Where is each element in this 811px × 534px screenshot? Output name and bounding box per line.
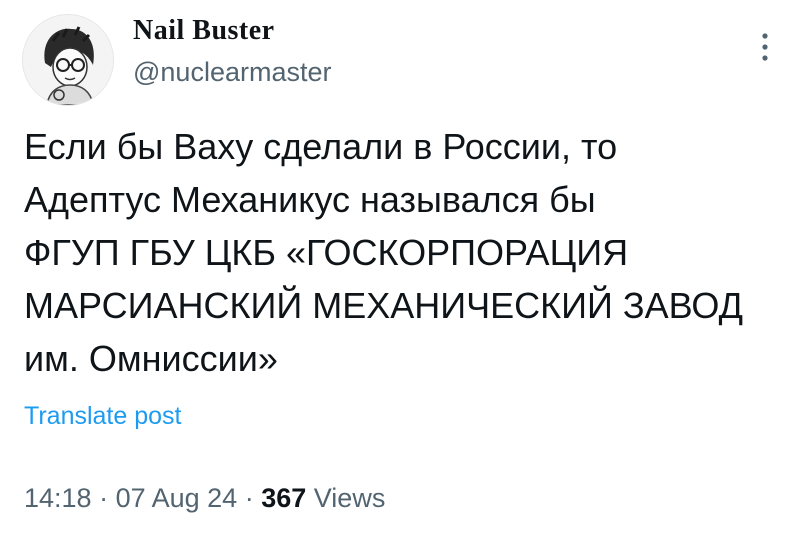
views-count[interactable]: 367 bbox=[261, 483, 306, 513]
display-name[interactable]: Nail Buster bbox=[133, 14, 275, 48]
post-text-line: Если бы Ваху сделали в России, то bbox=[24, 126, 618, 167]
avatar[interactable] bbox=[22, 14, 114, 106]
post-meta: 14:18 · 07 Aug 24 · 367 Views bbox=[24, 481, 385, 515]
post-text-line: ФГУП ГБУ ЦКБ «ГОСКОРПОРАЦИЯ bbox=[24, 232, 629, 273]
meta-separator: · bbox=[91, 483, 116, 513]
avatar-portrait-icon bbox=[23, 15, 113, 105]
post-text-line: им. Омниссии» bbox=[24, 338, 278, 379]
post-date[interactable]: 07 Aug 24 bbox=[116, 483, 238, 513]
post-time[interactable]: 14:18 bbox=[24, 483, 92, 513]
handle[interactable]: @nuclearmaster bbox=[133, 56, 331, 88]
meta-separator: · bbox=[237, 483, 262, 513]
post-text: Если бы Ваху сделали в России, то Адепту… bbox=[24, 120, 794, 385]
post-text-line: Адептус Механикус назывался бы bbox=[24, 179, 596, 220]
post-card: Nail Buster @nuclearmaster Если бы Ваху … bbox=[0, 0, 811, 534]
post-text-line: МАРСИАНСКИЙ МЕХАНИЧЕСКИЙ ЗАВОД bbox=[24, 285, 743, 326]
translate-post-link[interactable]: Translate post bbox=[24, 400, 181, 432]
more-options-icon[interactable] bbox=[758, 30, 772, 64]
views-label[interactable]: Views bbox=[314, 483, 386, 513]
